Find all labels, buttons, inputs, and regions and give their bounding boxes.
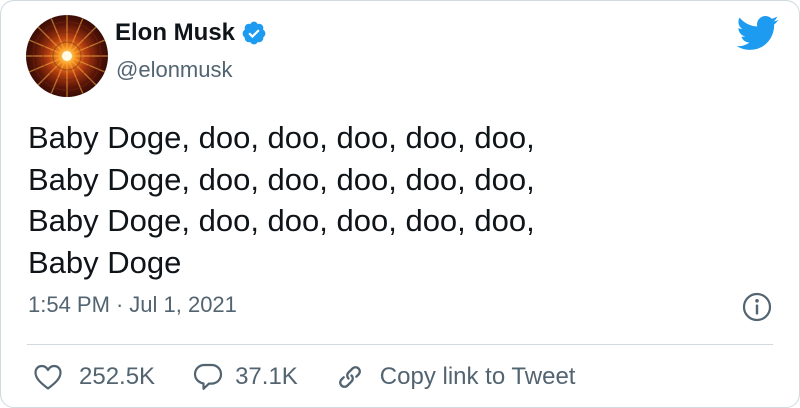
author-handle[interactable]: @elonmusk	[116, 57, 233, 83]
tweet-time[interactable]: 1:54 PM	[28, 292, 110, 318]
tweet-text-line: Baby Doge, doo, doo, doo, doo, doo,	[28, 203, 535, 238]
avatar[interactable]	[26, 15, 108, 97]
link-icon	[334, 361, 366, 393]
copy-link-button[interactable]: Copy link to Tweet	[334, 361, 576, 393]
like-button[interactable]: 252.5K	[33, 363, 155, 391]
author-name[interactable]: Elon Musk	[115, 19, 235, 47]
tweet-card: Elon Musk @elonmusk Baby Doge, doo, doo,…	[0, 0, 800, 408]
reply-button[interactable]: 37.1K	[193, 362, 298, 392]
tweet-text-line: Baby Doge, doo, doo, doo, doo, doo,	[28, 120, 535, 155]
info-icon[interactable]	[740, 290, 774, 324]
tweet-timestamp[interactable]: 1:54 PM · Jul 1, 2021	[28, 292, 237, 318]
tweet-date[interactable]: Jul 1, 2021	[129, 292, 237, 318]
author-name-row[interactable]: Elon Musk	[115, 19, 267, 47]
tweet-text-line: Baby Doge	[28, 244, 182, 280]
tweet-text-line: Baby Doge, doo, doo, doo, doo, doo,	[28, 161, 535, 197]
timestamp-separator: ·	[115, 292, 124, 317]
reply-bubble-icon	[193, 362, 223, 392]
like-count: 252.5K	[79, 363, 156, 390]
tweet-text: Baby Doge, doo, doo, doo, doo, doo, Baby…	[28, 117, 535, 283]
heart-icon	[33, 363, 63, 391]
twitter-bird-icon[interactable]	[735, 11, 779, 55]
avatar-starburst-image	[26, 15, 108, 97]
reply-count: 37.1K	[235, 363, 298, 390]
copy-link-label: Copy link to Tweet	[379, 363, 576, 390]
divider	[27, 344, 773, 345]
verified-badge-icon	[241, 20, 267, 46]
tweet-actions: 252.5K 37.1K Copy link to Tweet	[33, 361, 575, 393]
